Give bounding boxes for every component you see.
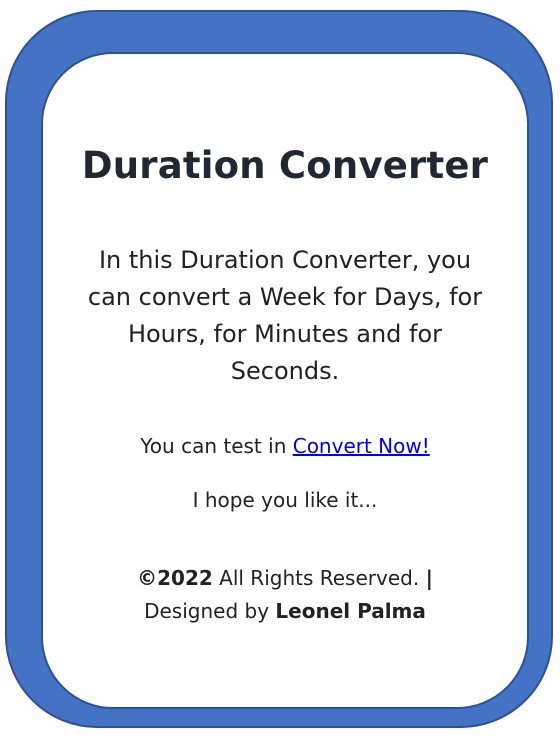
author-name: Leonel Palma xyxy=(275,599,426,623)
rights-text: All Rights Reserved. xyxy=(212,566,426,590)
footer-separator: | xyxy=(425,566,433,590)
test-prefix: You can test in xyxy=(140,434,293,458)
content-card: Duration Converter In this Duration Conv… xyxy=(41,52,529,709)
convert-now-link[interactable]: Convert Now! xyxy=(293,434,430,458)
footer: ©2022 All Rights Reserved. | Designed by … xyxy=(83,562,487,628)
hope-text: I hope you like it... xyxy=(192,488,378,512)
page-title: Duration Converter xyxy=(81,144,489,187)
test-line: You can test in Convert Now! xyxy=(43,434,527,458)
copyright-year: ©2022 xyxy=(137,566,213,590)
designed-by-text: Designed by xyxy=(144,599,276,623)
description-text: In this Duration Converter, you can conv… xyxy=(87,246,483,385)
outer-frame: Duration Converter In this Duration Conv… xyxy=(5,10,553,728)
